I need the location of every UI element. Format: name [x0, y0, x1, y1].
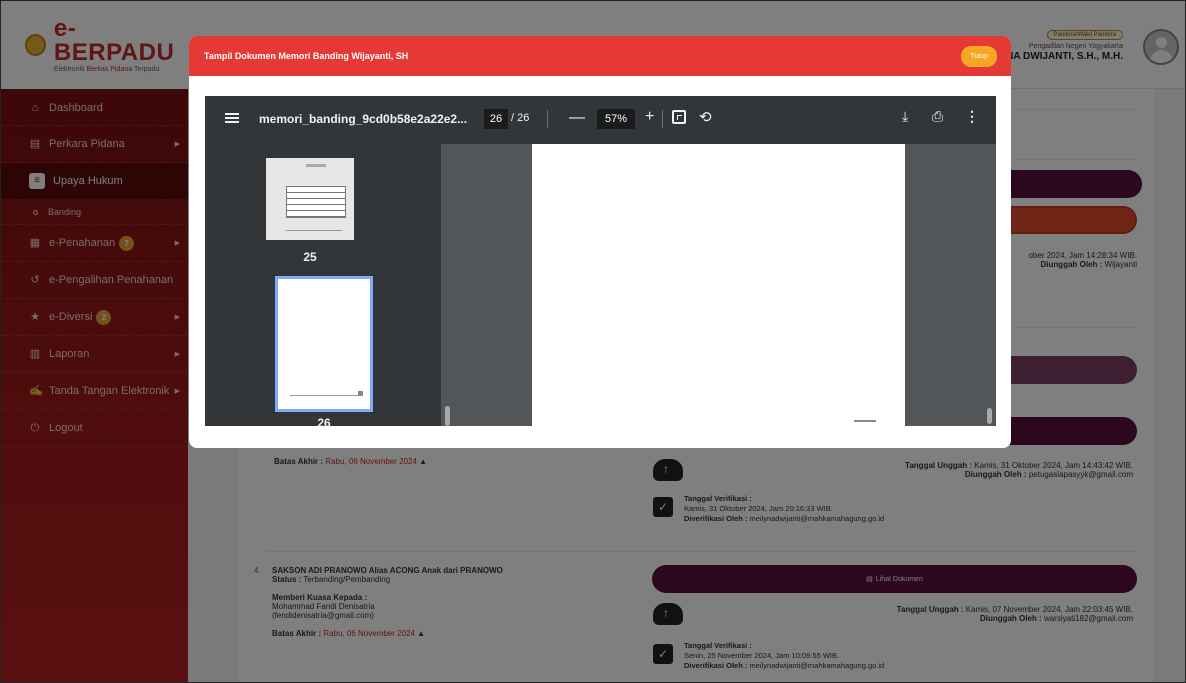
rotate-icon[interactable]: ⟲: [699, 108, 712, 126]
more-options-icon[interactable]: ⋮: [965, 108, 979, 125]
page-number-input[interactable]: 26: [484, 109, 508, 129]
app-window: e-BERPADU Elektronik Berkas Pidana Terpa…: [0, 0, 1186, 683]
viewer-scrollbar[interactable]: [987, 408, 992, 424]
pdf-filename: memori_banding_9cd0b58e2a22e2...: [259, 112, 468, 126]
modal-title: Tampil Dokumen Memori Banding Wijayanti,…: [204, 51, 409, 61]
zoom-out-icon[interactable]: —: [569, 109, 585, 127]
thumbnail-footer-line: [290, 395, 360, 396]
thumbnail-label: 26: [317, 416, 331, 426]
fit-page-icon[interactable]: [672, 110, 686, 124]
thumbnail-label: 25: [303, 250, 317, 264]
page-footer-mark: [854, 420, 876, 422]
thumbnail-page-26[interactable]: [275, 276, 373, 412]
pdf-toolbar: memori_banding_9cd0b58e2a22e2... 26 / 26…: [205, 96, 996, 144]
page-viewport: [457, 144, 996, 426]
zoom-in-icon[interactable]: +: [645, 108, 654, 126]
thumbnail-scrollbar[interactable]: [445, 406, 450, 426]
thumbnail-footer-mark: [358, 391, 363, 396]
thumbnail-table: [286, 186, 346, 218]
thumbnail-page-25[interactable]: [266, 158, 354, 240]
page-total: / 26: [511, 112, 530, 124]
thumbnail-sidebar: 25 26: [205, 144, 450, 426]
print-icon[interactable]: ⎙: [932, 108, 943, 125]
toolbar-divider: [547, 110, 548, 128]
toolbar-divider: [662, 110, 663, 128]
pdf-page: [532, 144, 905, 426]
close-button[interactable]: Tutup: [961, 46, 997, 67]
pdf-viewer: memori_banding_9cd0b58e2a22e2... 26 / 26…: [205, 96, 996, 426]
thumbnail-footer-line: [286, 230, 342, 231]
thumbnail-header-line: [306, 164, 326, 167]
zoom-input[interactable]: 57%: [597, 109, 635, 129]
modal-header: Tampil Dokumen Memori Banding Wijayanti,…: [189, 36, 1011, 76]
download-icon[interactable]: ⤓: [902, 108, 908, 125]
document-modal: Tampil Dokumen Memori Banding Wijayanti,…: [189, 36, 1011, 448]
menu-icon[interactable]: [225, 111, 239, 125]
